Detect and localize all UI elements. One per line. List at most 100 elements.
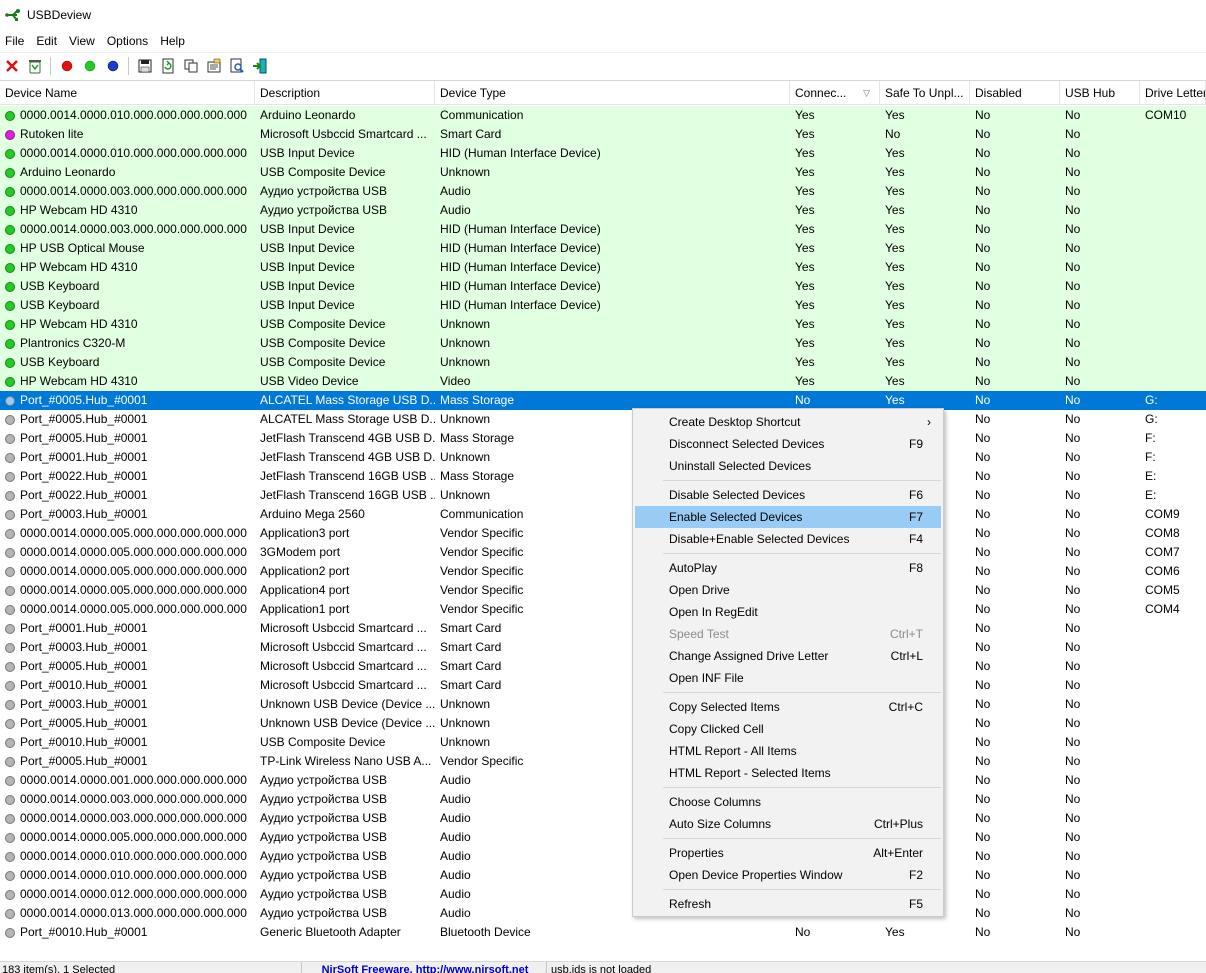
table-row[interactable]: 0000.0014.0000.003.000.000.000.000.000 Ау…	[0, 809, 1206, 828]
table-row[interactable]: Arduino Leonardo USB Composite Device Unkn…	[0, 163, 1206, 182]
menu-item-html-report-selected-items[interactable]: HTML Report - Selected Items	[635, 762, 941, 784]
menu-item-copy-clicked-cell[interactable]: Copy Clicked Cell	[635, 718, 941, 740]
table-row[interactable]: Port_#0022.Hub_#0001 JetFlash Transcend 1…	[0, 467, 1206, 486]
uninstall-button[interactable]	[24, 55, 46, 77]
table-row[interactable]: 0000.0014.0000.010.000.000.000.000.000 Ау…	[0, 866, 1206, 885]
menu-item-disable-enable-selected-devices[interactable]: Disable+Enable Selected Devices F4	[635, 528, 941, 550]
menu-item-html-report-all-items[interactable]: HTML Report - All Items	[635, 740, 941, 762]
table-row[interactable]: Port_#0003.Hub_#0001 Microsoft Usbccid Sm…	[0, 638, 1206, 657]
menu-item-open-inf-file[interactable]: Open INF File	[635, 667, 941, 689]
table-row[interactable]: 0000.0014.0000.010.000.000.000.000.000 Ау…	[0, 847, 1206, 866]
usb-hub-cell: No	[1065, 488, 1081, 502]
table-row[interactable]: 0000.0014.0000.005.000.000.000.000.000 Ap…	[0, 562, 1206, 581]
menu-item-autoplay[interactable]: AutoPlay F8	[635, 557, 941, 579]
menu-item-disable-selected-devices[interactable]: Disable Selected Devices F6	[635, 484, 941, 506]
menu-item-properties[interactable]: Properties Alt+Enter	[635, 842, 941, 864]
table-row[interactable]: Port_#0005.Hub_#0001 ALCATEL Mass Storage…	[0, 391, 1206, 410]
menu-item-create-desktop-shortcut[interactable]: Create Desktop Shortcut ›	[635, 411, 941, 433]
refresh-button[interactable]	[157, 55, 179, 77]
table-row[interactable]: Port_#0010.Hub_#0001 Generic Bluetooth Ad…	[0, 923, 1206, 941]
table-row[interactable]: Port_#0005.Hub_#0001 TP-Link Wireless Nan…	[0, 752, 1206, 771]
menu-item-open-drive[interactable]: Open Drive	[635, 579, 941, 601]
device-name-cell: 0000.0014.0000.003.000.000.000.000.000	[0, 790, 255, 809]
table-row[interactable]: Port_#0001.Hub_#0001 Microsoft Usbccid Sm…	[0, 619, 1206, 638]
delete-button[interactable]	[1, 55, 23, 77]
table-row[interactable]: 0000.0014.0000.012.000.000.000.000.000 Ау…	[0, 885, 1206, 904]
table-row[interactable]: Port_#0005.Hub_#0001 Unknown USB Device (…	[0, 714, 1206, 733]
menu-item-change-assigned-drive-letter[interactable]: Change Assigned Drive Letter Ctrl+L	[635, 645, 941, 667]
table-row[interactable]: 0000.0014.0000.005.000.000.000.000.000 Ap…	[0, 524, 1206, 543]
table-row[interactable]: 0000.0014.0000.010.000.000.000.000.000 Ar…	[0, 106, 1206, 125]
menu-view[interactable]: View	[64, 34, 102, 48]
description-cell: Arduino Mega 2560	[260, 507, 365, 521]
find-button[interactable]	[226, 55, 248, 77]
column-drive-letter[interactable]: Drive Letter	[1140, 81, 1206, 105]
copy-button[interactable]	[180, 55, 202, 77]
enable-button[interactable]	[79, 55, 101, 77]
table-row[interactable]: HP Webcam HD 4310 USB Input Device HID (Hu…	[0, 258, 1206, 277]
menu-item-disconnect-selected-devices[interactable]: Disconnect Selected Devices F9	[635, 433, 941, 455]
menu-item-refresh[interactable]: Refresh F5	[635, 893, 941, 915]
table-row[interactable]: 0000.0014.0000.001.000.000.000.000.000 Ау…	[0, 771, 1206, 790]
table-row[interactable]: 0000.0014.0000.005.000.000.000.000.000 Ap…	[0, 581, 1206, 600]
column-usb-hub[interactable]: USB Hub	[1060, 81, 1140, 105]
exit-button[interactable]	[249, 55, 271, 77]
table-row[interactable]: USB Keyboard USB Input Device HID (Human I…	[0, 277, 1206, 296]
properties-button[interactable]	[203, 55, 225, 77]
table-row[interactable]: Port_#0003.Hub_#0001 Arduino Mega 2560 Com…	[0, 505, 1206, 524]
status-nirsoft-link[interactable]: NirSoft Freeware. http://www.nirsoft.net	[302, 962, 547, 973]
table-row[interactable]: Port_#0003.Hub_#0001 Unknown USB Device (…	[0, 695, 1206, 714]
menu-item-choose-columns[interactable]: Choose Columns	[635, 791, 941, 813]
table-row[interactable]: 0000.0014.0000.005.000.000.000.000.000 Ap…	[0, 600, 1206, 619]
menu-item-auto-size-columns[interactable]: Auto Size Columns Ctrl+Plus	[635, 813, 941, 835]
menu-file[interactable]: File	[0, 34, 31, 48]
column-safe-to-unplug[interactable]: Safe To Unpl...	[880, 81, 970, 105]
menu-item-uninstall-selected-devices[interactable]: Uninstall Selected Devices	[635, 455, 941, 477]
menu-item-open-in-regedit[interactable]: Open In RegEdit	[635, 601, 941, 623]
table-row[interactable]: HP Webcam HD 4310 USB Composite Device Unk…	[0, 315, 1206, 334]
column-device-name[interactable]: Device Name	[0, 81, 255, 105]
menu-edit[interactable]: Edit	[31, 34, 64, 48]
table-row[interactable]: Rutoken lite Microsoft Usbccid Smartcard …	[0, 125, 1206, 144]
table-row[interactable]: 0000.0014.0000.003.000.000.000.000.000 Ау…	[0, 182, 1206, 201]
disable-enable-button[interactable]	[102, 55, 124, 77]
save-button[interactable]	[134, 55, 156, 77]
usb-hub-cell: No	[1065, 621, 1081, 635]
table-row[interactable]: Port_#0005.Hub_#0001 Microsoft Usbccid Sm…	[0, 657, 1206, 676]
menu-help[interactable]: Help	[155, 34, 192, 48]
table-row[interactable]: Port_#0005.Hub_#0001 JetFlash Transcend 4…	[0, 429, 1206, 448]
menu-item-enable-selected-devices[interactable]: Enable Selected Devices F7	[635, 506, 941, 528]
copy-icon	[184, 59, 198, 72]
column-description[interactable]: Description	[255, 81, 435, 105]
menu-item-label: Open Device Properties Window	[669, 868, 843, 882]
table-row[interactable]: 0000.0014.0000.003.000.000.000.000.000 Ау…	[0, 790, 1206, 809]
column-device-type[interactable]: Device Type	[435, 81, 790, 105]
table-row[interactable]: USB Keyboard USB Input Device HID (Human I…	[0, 296, 1206, 315]
table-row[interactable]: 0000.0014.0000.010.000.000.000.000.000 US…	[0, 144, 1206, 163]
menu-item-copy-selected-items[interactable]: Copy Selected Items Ctrl+C	[635, 696, 941, 718]
device-list[interactable]: Device Name Description Device Type Conn…	[0, 80, 1206, 941]
table-row[interactable]: Port_#0022.Hub_#0001 JetFlash Transcend 1…	[0, 486, 1206, 505]
table-row[interactable]: 0000.0014.0000.003.000.000.000.000.000 US…	[0, 220, 1206, 239]
table-row[interactable]: HP USB Optical Mouse USB Input Device HID …	[0, 239, 1206, 258]
table-row[interactable]: HP Webcam HD 4310 USB Video Device Video Ye…	[0, 372, 1206, 391]
menu-item-open-device-properties-window[interactable]: Open Device Properties Window F2	[635, 864, 941, 886]
table-row[interactable]: HP Webcam HD 4310 Аудио устройства USB Aud…	[0, 201, 1206, 220]
status-dot-icon	[5, 509, 15, 520]
table-row[interactable]: 0000.0014.0000.005.000.000.000.000.000 Ау…	[0, 828, 1206, 847]
disable-button[interactable]	[56, 55, 78, 77]
toolbar-separator	[50, 56, 51, 75]
table-row[interactable]: Plantronics C320-M USB Composite Device Un…	[0, 334, 1206, 353]
table-row[interactable]: 0000.0014.0000.013.000.000.000.000.000 Ау…	[0, 904, 1206, 923]
table-row[interactable]: Port_#0010.Hub_#0001 Microsoft Usbccid Sm…	[0, 676, 1206, 695]
table-row[interactable]: USB Keyboard USB Composite Device Unknown Y…	[0, 353, 1206, 372]
menu-options[interactable]: Options	[102, 34, 155, 48]
disabled-cell: No	[975, 336, 991, 350]
column-connected[interactable]: Connec... ▽	[790, 81, 880, 105]
table-row[interactable]: Port_#0001.Hub_#0001 JetFlash Transcend 4…	[0, 448, 1206, 467]
table-row[interactable]: Port_#0010.Hub_#0001 USB Composite Device…	[0, 733, 1206, 752]
table-row[interactable]: 0000.0014.0000.005.000.000.000.000.000 3G…	[0, 543, 1206, 562]
table-row[interactable]: Port_#0005.Hub_#0001 ALCATEL Mass Storage…	[0, 410, 1206, 429]
device-name-cell: Port_#0001.Hub_#0001	[0, 448, 255, 467]
column-disabled[interactable]: Disabled	[970, 81, 1060, 105]
